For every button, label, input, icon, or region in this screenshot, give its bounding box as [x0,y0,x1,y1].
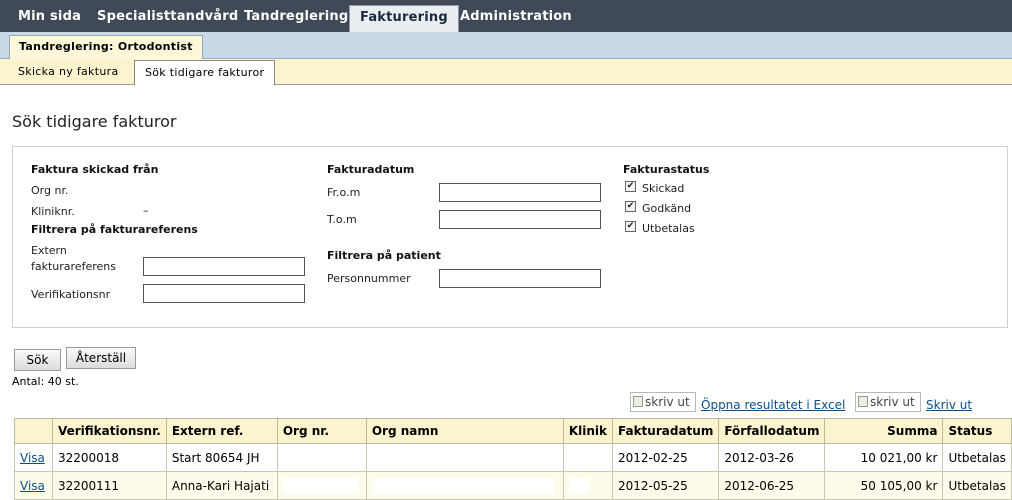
tab-new-invoice[interactable]: Skicka ny faktura [18,61,118,85]
redacted-block [568,477,589,494]
print-image-alt: skriv ut [870,395,915,409]
subnav-tandreglering-ortodontist[interactable]: Tandreglering: Ortodontist [9,35,203,60]
org-nr-label: Org nr. [31,184,69,197]
search-button[interactable]: Sök [14,349,61,371]
invoice-date-cell: 2012-02-25 [611,443,720,472]
due-date-cell: 2012-06-25 [718,471,826,500]
org-nr-cell [276,471,367,500]
sum-cell: 10 021,00 kr [824,443,944,472]
print-link[interactable]: Skriv ut [926,398,972,412]
page-title: Sök tidigare fakturor [12,112,177,131]
date-to-label: T.o.m [327,213,357,226]
external-ref-label-line2: fakturareferens [31,260,116,273]
status-skickad-label: Skickad [642,182,685,195]
reset-button[interactable]: Återställ [66,347,136,369]
col-org-nr[interactable]: Org nr. [276,418,367,444]
org-name-cell [365,471,564,500]
col-org-namn[interactable]: Org namn [365,418,564,444]
sub-navigation: Tandreglering: Ortodontist [0,32,1012,60]
nav-specialisttandvard[interactable]: Specialisttandvård [97,0,238,32]
external-ref-cell: Start 80654 JH [165,443,278,472]
broken-image-icon [633,396,643,407]
status-skickad-checkbox[interactable]: ✔ [625,181,636,192]
nav-min-sida[interactable]: Min sida [18,0,81,32]
verification-cell: 32200018 [51,443,167,472]
status-utbetalas-label: Utbetalas [642,222,695,235]
view-cell: Visa [14,471,53,500]
table-row: Visa 32200018 Start 80654 JH 2012-02-25 … [14,443,1012,472]
org-nr-cell [276,443,367,472]
invoice-ref-heading: Filtrera på fakturareferens [31,223,198,236]
patient-heading: Filtrera på patient [327,249,441,262]
personnummer-label: Personnummer [327,272,411,285]
tabs-row: Skicka ny faktura Sök tidigare fakturor [0,59,1012,86]
col-summa[interactable]: Summa [824,418,944,444]
filter-panel: Faktura skickad från Org nr. Kliniknr. –… [12,146,1008,328]
results-table: Verifikationsnr. Extern ref. Org nr. Org… [14,418,1012,500]
status-cell: Utbetalas [942,443,1012,472]
table-header-row: Verifikationsnr. Extern ref. Org nr. Org… [14,418,1012,444]
print-image-alt: skriv ut [645,395,690,409]
tab-search-invoices[interactable]: Sök tidigare fakturor [134,60,276,86]
verification-input[interactable] [143,284,305,303]
open-excel-link[interactable]: Öppna resultatet i Excel [701,398,845,412]
col-extern-ref[interactable]: Extern ref. [165,418,278,444]
nav-tandreglering[interactable]: Tandreglering [244,0,348,32]
date-to-input[interactable] [439,210,601,229]
result-count: Antal: 40 st. [12,375,79,388]
view-link[interactable]: Visa [20,479,45,493]
status-godkand-checkbox[interactable]: ✔ [625,201,636,212]
col-status[interactable]: Status [942,418,1012,444]
external-ref-cell: Anna-Kari Hajati [165,471,278,500]
invoice-date-heading: Fakturadatum [327,163,415,176]
org-name-cell [365,443,564,472]
status-godkand-label: Godkänd [642,202,692,215]
top-navigation: Min sida Specialisttandvård Tandreglerin… [0,0,1012,32]
col-view [14,418,53,444]
sent-from-heading: Faktura skickad från [31,163,159,176]
personnummer-input[interactable] [439,269,601,288]
clinic-cell [562,471,613,500]
redacted-block [282,477,359,494]
verification-label: Verifikationsnr [31,288,111,301]
print-image-icon-2[interactable]: skriv ut [855,392,921,412]
due-date-cell: 2012-03-26 [718,443,826,472]
date-from-label: Fr.o.m [327,186,361,199]
invoice-date-cell: 2012-05-25 [611,471,720,500]
broken-image-icon [858,396,868,407]
external-ref-label-line1: Extern [31,244,67,257]
status-utbetalas-checkbox[interactable]: ✔ [625,221,636,232]
verification-cell: 32200111 [51,471,167,500]
status-cell: Utbetalas [942,471,1012,500]
clinic-label: Kliniknr. [31,205,75,218]
col-verifikationsnr[interactable]: Verifikationsnr. [51,418,167,444]
col-klinik[interactable]: Klinik [562,418,613,444]
col-forfallodatum[interactable]: Förfallodatum [718,418,826,444]
nav-fakturering[interactable]: Fakturering [349,5,459,32]
external-ref-input[interactable] [143,257,305,276]
date-from-input[interactable] [439,183,601,202]
clinic-value: – [143,204,149,217]
clinic-cell [562,443,613,472]
nav-administration[interactable]: Administration [460,0,572,32]
print-image-icon[interactable]: skriv ut [630,392,696,412]
view-cell: Visa [14,443,53,472]
table-row: Visa 32200111 Anna-Kari Hajati 2012-05-2… [14,471,1012,500]
view-link[interactable]: Visa [20,451,45,465]
col-fakturadatum[interactable]: Fakturadatum [611,418,720,444]
status-heading: Fakturastatus [623,163,710,176]
redacted-block [371,477,554,494]
sum-cell: 50 105,00 kr [824,471,944,500]
